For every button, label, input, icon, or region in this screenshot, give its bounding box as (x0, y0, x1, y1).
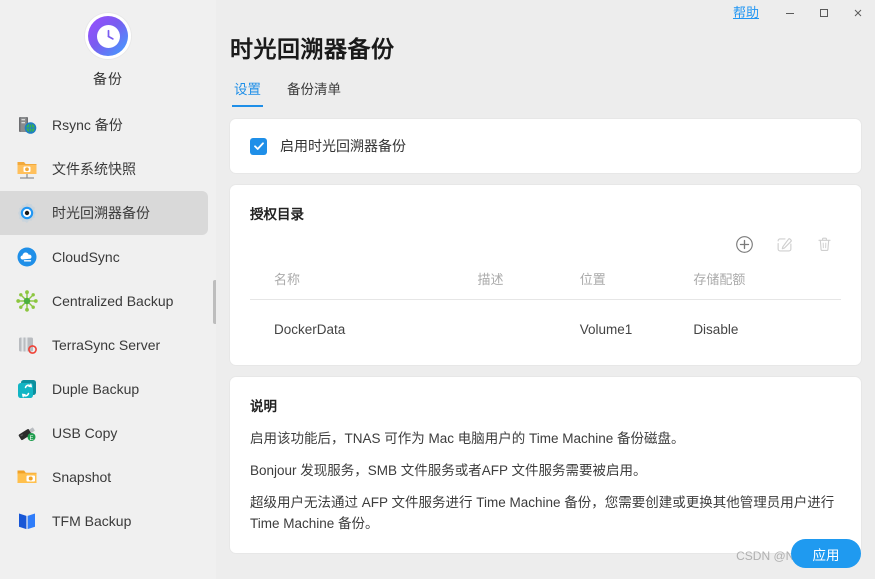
column-header-location[interactable]: 位置 (580, 265, 694, 300)
main-content: 时光回溯器备份 设置 备份清单 启用时光回溯器备份 授权目录 (216, 0, 875, 579)
sidebar-item-label: USB Copy (52, 425, 117, 441)
tfm-book-icon (14, 508, 40, 534)
settings-panel: 启用时光回溯器备份 授权目录 (216, 107, 875, 553)
tab-bar: 设置 备份清单 (230, 78, 875, 107)
sidebar-item-label: TerraSync Server (52, 337, 160, 353)
cell-name: DockerData (250, 300, 478, 344)
tab-backup-list[interactable]: 备份清单 (285, 78, 343, 107)
sidebar-item-label: 文件系统快照 (52, 159, 136, 179)
sidebar-item-snapshot[interactable]: Snapshot (0, 455, 208, 499)
tab-settings[interactable]: 设置 (232, 78, 263, 107)
sidebar-item-label: Centralized Backup (52, 293, 173, 309)
sidebar-item-filesystem-snapshot[interactable]: 文件系统快照 (0, 147, 208, 191)
sidebar-item-label: CloudSync (52, 249, 120, 265)
cloud-sync-icon (14, 244, 40, 270)
column-header-quota[interactable]: 存储配额 (693, 265, 841, 300)
sidebar-brand-label: 备份 (93, 69, 123, 89)
server-globe-icon (14, 112, 40, 138)
maximize-button[interactable] (807, 0, 841, 26)
authorized-directory-card: 授权目录 (230, 185, 861, 365)
sidebar: 备份 Rsync 备份 (0, 0, 216, 579)
description-card: 说明 启用该功能后，TNAS 可作为 Mac 电脑用户的 Time Machin… (230, 377, 861, 553)
sidebar-item-duple-backup[interactable]: Duple Backup (0, 367, 208, 411)
plus-circle-icon (735, 235, 754, 254)
close-icon (852, 7, 864, 19)
sidebar-item-usb-copy[interactable]: E USB Copy (0, 411, 208, 455)
usb-drive-icon: E (14, 420, 40, 446)
description-paragraph: 超级用户无法通过 AFP 文件服务进行 Time Machine 备份，您需要创… (250, 493, 841, 535)
sidebar-item-tfm-backup[interactable]: TFM Backup (0, 499, 208, 543)
sidebar-item-rsync-backup[interactable]: Rsync 备份 (0, 103, 208, 147)
sidebar-item-label: Rsync 备份 (52, 115, 123, 135)
sidebar-item-cloudsync[interactable]: CloudSync (0, 235, 208, 279)
minimize-icon (784, 7, 796, 19)
svg-text:E: E (29, 436, 33, 442)
cell-quota: Disable (693, 300, 841, 344)
sidebar-item-terrasync-server[interactable]: TerraSync Server (0, 323, 208, 367)
help-link[interactable]: 帮助 (733, 4, 759, 22)
cell-location: Volume1 (580, 300, 694, 344)
table-row[interactable]: DockerData Volume1 Disable (250, 300, 841, 344)
sidebar-item-label: TFM Backup (52, 513, 131, 529)
page-title: 时光回溯器备份 (230, 30, 875, 64)
column-header-description[interactable]: 描述 (478, 265, 580, 300)
description-paragraph: Bonjour 发现服务，SMB 文件服务或者AFP 文件服务需要被启用。 (250, 461, 841, 482)
authorized-directory-table: 名称 描述 位置 存储配额 DockerData Volume1 Disable (250, 265, 841, 343)
edit-directory-button[interactable] (773, 233, 795, 255)
application-window: 帮助 (0, 0, 875, 579)
close-button[interactable] (841, 0, 875, 26)
trash-icon (815, 235, 834, 254)
column-header-name[interactable]: 名称 (250, 265, 478, 300)
minimize-button[interactable] (773, 0, 807, 26)
sidebar-item-label: Duple Backup (52, 381, 139, 397)
sidebar-brand: 备份 (0, 0, 216, 89)
sidebar-nav: Rsync 备份 文件系统快照 (0, 103, 216, 543)
apply-button[interactable]: 应用 (791, 539, 861, 568)
folder-camera-network-icon (14, 156, 40, 182)
directory-toolbar (250, 227, 841, 261)
terrasync-server-icon (14, 332, 40, 358)
enable-backup-checkbox[interactable] (250, 138, 267, 155)
centralized-node-icon (14, 288, 40, 314)
authorized-directory-heading: 授权目录 (250, 203, 841, 223)
sidebar-item-label: 时光回溯器备份 (52, 203, 150, 223)
description-title: 说明 (250, 395, 841, 415)
time-machine-clock-logo-icon (85, 13, 131, 59)
checkmark-icon (253, 140, 265, 152)
sidebar-item-centralized-backup[interactable]: Centralized Backup (0, 279, 208, 323)
sidebar-item-label: Snapshot (52, 469, 111, 485)
sidebar-item-time-machine-backup[interactable]: 时光回溯器备份 (0, 191, 208, 235)
delete-directory-button[interactable] (813, 233, 835, 255)
enable-backup-card: 启用时光回溯器备份 (230, 119, 861, 173)
enable-backup-label[interactable]: 启用时光回溯器备份 (280, 136, 406, 156)
cell-description (478, 300, 580, 344)
time-machine-gear-icon (14, 200, 40, 226)
description-paragraph: 启用该功能后，TNAS 可作为 Mac 电脑用户的 Time Machine 备… (250, 429, 841, 450)
edit-pencil-icon (775, 235, 794, 254)
folder-camera-icon (14, 464, 40, 490)
duple-refresh-icon (14, 376, 40, 402)
maximize-icon (818, 7, 830, 19)
table-header-row: 名称 描述 位置 存储配额 (250, 265, 841, 300)
add-directory-button[interactable] (733, 233, 755, 255)
clock-hands-icon (97, 25, 120, 48)
